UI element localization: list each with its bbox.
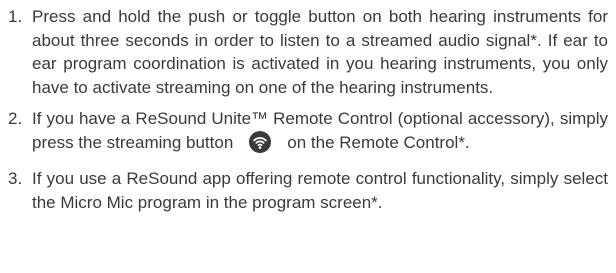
instruction-step-1: 1. Press and hold the push or toggle but…: [8, 5, 608, 99]
step-number: 3.: [8, 169, 23, 188]
step-number: 1.: [8, 7, 23, 26]
instructions-page: 1. Press and hold the push or toggle but…: [0, 0, 616, 273]
step-number: 2.: [8, 109, 23, 128]
step-text-after-icon: on the Remote Control*.: [287, 132, 470, 152]
step-text: Press and hold the push or toggle button…: [32, 7, 608, 97]
step-text: If you use a ReSound app offering remote…: [32, 169, 608, 212]
instruction-step-2: 2. If you have a ReSound Unite™ Remote C…: [8, 107, 608, 159]
instruction-list: 1. Press and hold the push or toggle but…: [8, 5, 608, 214]
step-text: If you have a ReSound Unite™ Remote Cont…: [32, 107, 608, 159]
streaming-icon: [249, 130, 272, 160]
instruction-step-3: 3. If you use a ReSound app offering rem…: [8, 167, 608, 214]
